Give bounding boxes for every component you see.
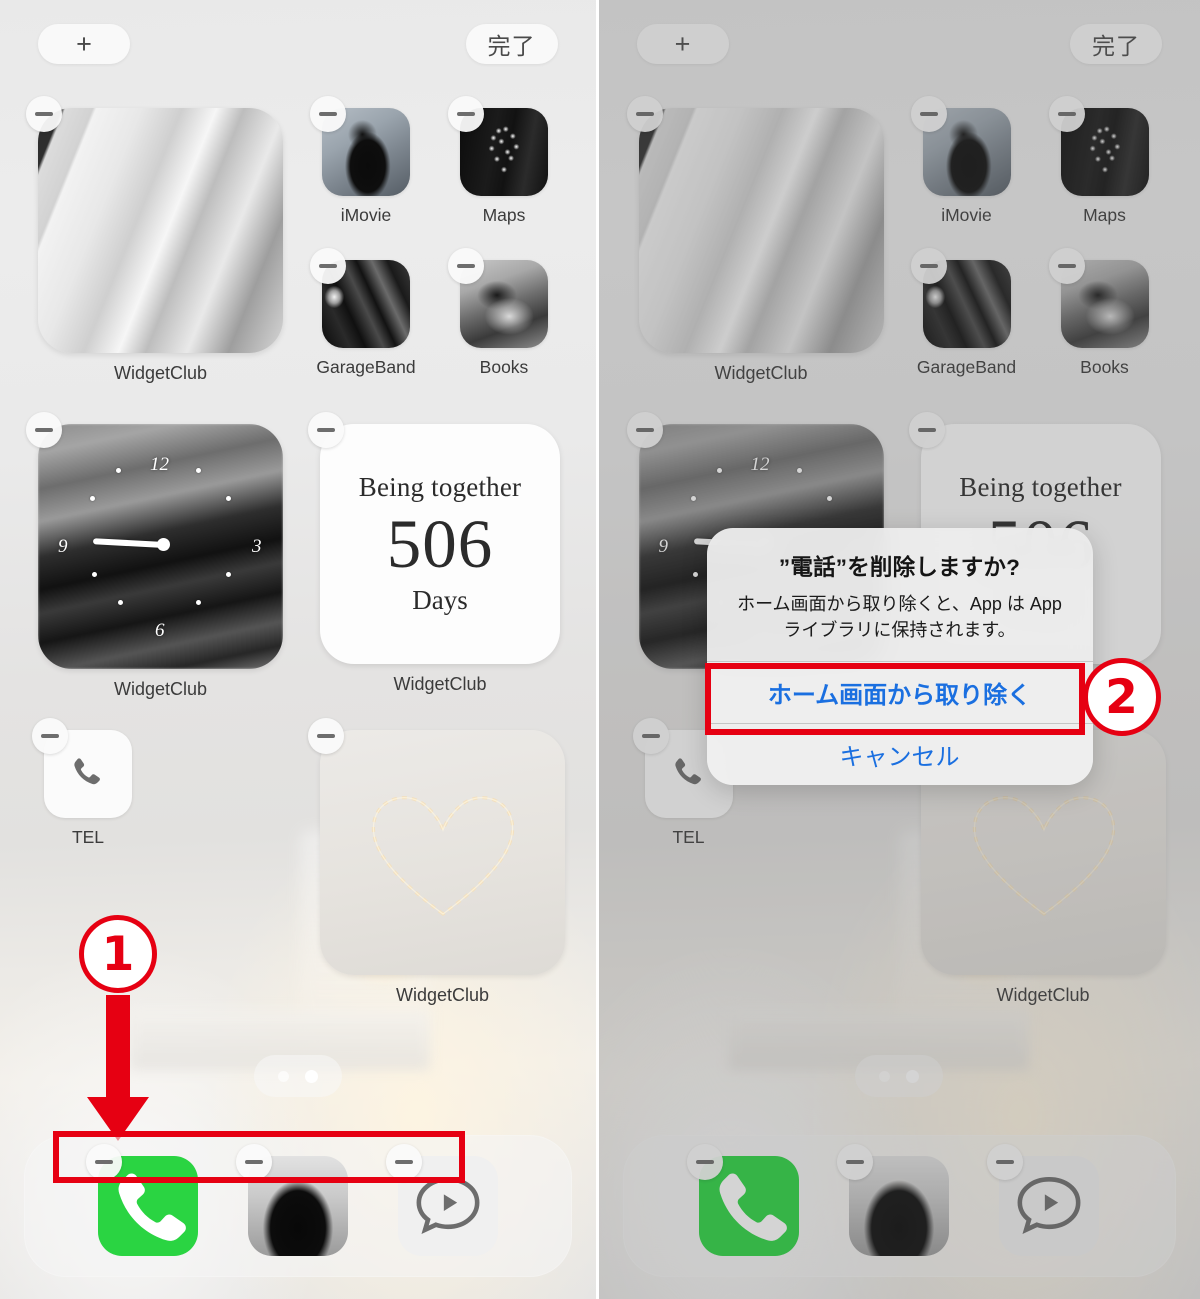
clock-numeral-6: 6 bbox=[155, 620, 165, 641]
app-icon-books[interactable]: Books bbox=[448, 248, 564, 378]
phone-screen-left: + 完了 WidgetClub iMovie Maps GarageBand B… bbox=[0, 0, 596, 1299]
delete-app-alert: ”電話”を削除しますか? ホーム画面から取り除くと、App は App ライブラ… bbox=[706, 528, 1093, 786]
phone-screen-right: + 完了 WidgetClub iMovie Maps GarageBand B… bbox=[598, 0, 1200, 1299]
page-dot[interactable] bbox=[277, 1070, 289, 1082]
alert-message: ホーム画面から取り除くと、App は App ライブラリに保持されます。 bbox=[737, 594, 1062, 640]
app-label: Books bbox=[479, 357, 529, 377]
remove-badge-icon[interactable] bbox=[308, 412, 344, 448]
phone-handset-icon bbox=[74, 758, 100, 785]
remove-badge-icon[interactable] bbox=[626, 96, 663, 132]
days-widget-title: Being together bbox=[358, 471, 522, 502]
days-widget-body: Being together 506 Days bbox=[320, 424, 560, 664]
remove-badge-icon[interactable] bbox=[26, 96, 62, 132]
clock-widget-face: 12 3 6 9 bbox=[38, 424, 283, 669]
heart-lights-icon bbox=[371, 796, 515, 916]
clock-numeral-12: 12 bbox=[150, 454, 169, 475]
dock-item-phone[interactable] bbox=[687, 1144, 800, 1256]
photo-bar-widget[interactable]: WidgetClub bbox=[26, 96, 283, 384]
step-1-number: 1 bbox=[101, 926, 135, 982]
dock bbox=[622, 1135, 1176, 1277]
widget-label: WidgetClub bbox=[714, 363, 808, 383]
days-widget-title: Being together bbox=[959, 471, 1122, 502]
step-2-highlight-rect bbox=[704, 663, 1085, 735]
app-label: GarageBand bbox=[316, 357, 416, 377]
remove-badge-icon[interactable] bbox=[310, 96, 346, 132]
app-label: Books bbox=[1080, 357, 1129, 377]
clock-numeral-3: 3 bbox=[252, 536, 262, 557]
remove-badge-icon[interactable] bbox=[308, 718, 344, 754]
app-label: iMovie bbox=[340, 205, 392, 225]
step-1-circle: 1 bbox=[79, 915, 157, 993]
page-dot[interactable] bbox=[879, 1070, 891, 1082]
remove-badge-icon[interactable] bbox=[32, 718, 68, 754]
remove-badge-icon[interactable] bbox=[626, 412, 663, 448]
dock-item-messages[interactable] bbox=[987, 1144, 1100, 1256]
app-icon-books[interactable]: Books bbox=[1048, 248, 1165, 378]
remove-badge-icon[interactable] bbox=[448, 248, 484, 284]
days-counter-widget[interactable]: Being together 506 Days WidgetClub bbox=[308, 412, 560, 695]
cancel-label: キャンセル bbox=[839, 744, 960, 772]
step-1-highlight-rect bbox=[53, 1131, 465, 1183]
remove-badge-icon[interactable] bbox=[987, 1144, 1024, 1180]
app-icon-maps[interactable]: Maps bbox=[448, 96, 564, 226]
app-label: TEL bbox=[71, 827, 105, 847]
home-screen-grid: WidgetClub iMovie Maps GarageBand Books … bbox=[0, 0, 596, 1299]
remove-badge-icon[interactable] bbox=[1048, 96, 1085, 132]
app-icon-imovie[interactable]: iMovie bbox=[310, 96, 426, 226]
clock-numeral-12: 12 bbox=[750, 454, 770, 475]
widget-label: WidgetClub bbox=[996, 985, 1090, 1005]
remove-badge-icon[interactable] bbox=[632, 718, 669, 754]
photo-bar-widget-art bbox=[38, 108, 283, 353]
photo-bar-widget-art bbox=[638, 108, 884, 353]
alert-title: ”電話”を削除しますか? bbox=[778, 555, 1021, 580]
app-label: Maps bbox=[482, 205, 526, 225]
photo-bar-widget[interactable]: WidgetClub bbox=[626, 96, 884, 384]
app-label: iMovie bbox=[941, 205, 992, 225]
step-2-marker: 2 bbox=[1082, 658, 1161, 736]
dock-item-photos[interactable] bbox=[837, 1144, 950, 1256]
remove-badge-icon[interactable] bbox=[837, 1144, 874, 1180]
phone-handset-icon bbox=[674, 758, 701, 785]
clock-hub bbox=[157, 538, 170, 551]
remove-badge-icon[interactable] bbox=[310, 248, 346, 284]
remove-badge-icon[interactable] bbox=[910, 96, 947, 132]
remove-badge-icon[interactable] bbox=[1048, 248, 1085, 284]
app-label: TEL bbox=[672, 827, 705, 847]
remove-badge-icon[interactable] bbox=[448, 96, 484, 132]
page-indicator[interactable] bbox=[253, 1055, 342, 1097]
alert-body: ”電話”を削除しますか? ホーム画面から取り除くと、App は App ライブラ… bbox=[707, 528, 1093, 661]
app-icon-garageband[interactable]: GarageBand bbox=[310, 248, 426, 378]
remove-badge-icon[interactable] bbox=[26, 412, 62, 448]
clock-widget[interactable]: 12 3 6 9 bbox=[26, 412, 283, 700]
clock-numeral-9: 9 bbox=[58, 536, 68, 557]
tutorial-screenshot: + 完了 WidgetClub iMovie Maps GarageBand B… bbox=[0, 0, 1200, 1299]
widget-label: WidgetClub bbox=[113, 679, 208, 699]
clock-numeral-9: 9 bbox=[658, 536, 669, 557]
step-2-circle: 2 bbox=[1082, 658, 1161, 736]
app-icon-maps[interactable]: Maps bbox=[1048, 96, 1165, 226]
widget-label: WidgetClub bbox=[395, 985, 490, 1005]
app-icon-garageband[interactable]: GarageBand bbox=[910, 248, 1027, 378]
remove-badge-icon[interactable] bbox=[910, 248, 947, 284]
page-dot-active[interactable] bbox=[906, 1069, 920, 1083]
page-dot-active[interactable] bbox=[304, 1069, 318, 1083]
remove-badge-icon[interactable] bbox=[908, 412, 945, 448]
heart-photo-widget-art bbox=[320, 730, 565, 975]
app-label: GarageBand bbox=[916, 357, 1017, 377]
heart-photo-widget[interactable]: WidgetClub bbox=[308, 718, 565, 1006]
step-1-marker: 1 bbox=[79, 915, 157, 993]
remove-badge-icon[interactable] bbox=[687, 1144, 724, 1180]
app-label: Maps bbox=[1083, 205, 1126, 225]
page-indicator[interactable] bbox=[855, 1055, 944, 1097]
app-icon-imovie[interactable]: iMovie bbox=[910, 96, 1027, 226]
widget-label: WidgetClub bbox=[393, 674, 487, 694]
heart-lights-icon bbox=[972, 796, 1115, 916]
days-widget-unit: Days bbox=[412, 585, 468, 616]
app-icon-tel[interactable]: TEL bbox=[32, 718, 148, 848]
clock-hand bbox=[92, 538, 166, 548]
widget-label: WidgetClub bbox=[113, 363, 208, 383]
step-2-number: 2 bbox=[1105, 669, 1138, 725]
days-widget-count: 506 bbox=[386, 505, 494, 582]
